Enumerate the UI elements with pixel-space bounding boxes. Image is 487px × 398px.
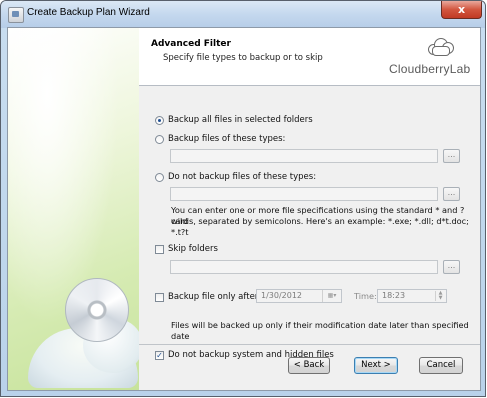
skip-folders-browse-button[interactable]: ... [443,260,460,274]
option-exclude-row[interactable]: Do not backup files of these types: [155,172,316,182]
backup-after-row[interactable]: Backup file only after: [155,292,261,302]
include-types-browse-button[interactable]: ... [443,149,460,163]
time-picker[interactable]: 18:23 ▲ ▼ [377,289,447,303]
wildcard-hint-line2: cards, separated by semicolons. Here's a… [171,216,469,237]
calendar-dropdown-icon[interactable]: ▦▾ [322,290,341,302]
side-banner [8,28,139,390]
wizard-window: Create Backup Plan Wizard x Advanced Fil… [0,0,486,397]
time-label: Time: [354,291,377,301]
option-exclude-label: Do not backup files of these types: [168,172,317,182]
option-types-radio[interactable] [155,134,164,144]
page-title: Advanced Filter [151,39,231,49]
option-all-radio[interactable] [155,115,164,125]
backup-after-label: Backup file only after: [168,292,262,302]
window-title: Create Backup Plan Wizard [27,7,150,18]
app-icon [8,7,24,23]
next-button[interactable]: Next > [354,357,398,374]
cloudberry-logo-text: CloudberryLab [389,62,471,76]
title-bar[interactable]: Create Backup Plan Wizard x [1,1,485,28]
date-value: 1/30/2012 [261,291,303,300]
option-types-row[interactable]: Backup files of these types: [155,134,285,144]
option-all-label: Backup all files in selected folders [168,115,313,125]
option-all-row[interactable]: Backup all files in selected folders [155,115,313,125]
cancel-button[interactable]: Cancel [419,357,463,374]
skip-folders-field[interactable] [170,260,438,274]
close-button[interactable]: x [441,1,482,19]
backup-after-checkbox[interactable] [155,292,164,302]
wizard-client-area: Advanced Filter Specify file types to ba… [7,27,481,391]
option-types-label: Backup files of these types: [168,134,286,144]
time-spinner-icon[interactable]: ▲ ▼ [435,291,445,301]
exclude-types-browse-button[interactable]: ... [443,187,460,201]
skip-folders-label: Skip folders [168,244,218,254]
wizard-header: Advanced Filter Specify file types to ba… [139,28,480,86]
date-hint: Files will be backed up only if their mo… [171,320,469,341]
disc-icon [65,278,129,342]
include-types-field[interactable] [170,149,438,163]
back-button[interactable]: < Back [288,357,330,374]
filter-content: Backup all files in selected folders Bac… [139,85,480,360]
skip-folders-row[interactable]: Skip folders [155,244,218,254]
time-value: 18:23 [382,291,406,300]
cloudberry-logo-icon [428,36,454,56]
page-subtitle: Specify file types to backup or to skip [163,53,323,63]
skip-folders-checkbox[interactable] [155,244,164,254]
exclude-types-field[interactable] [170,187,438,201]
option-exclude-radio[interactable] [155,172,164,182]
wizard-footer: < Back Next > Cancel [139,344,480,390]
date-picker[interactable]: 1/30/2012 ▦▾ [256,289,342,303]
